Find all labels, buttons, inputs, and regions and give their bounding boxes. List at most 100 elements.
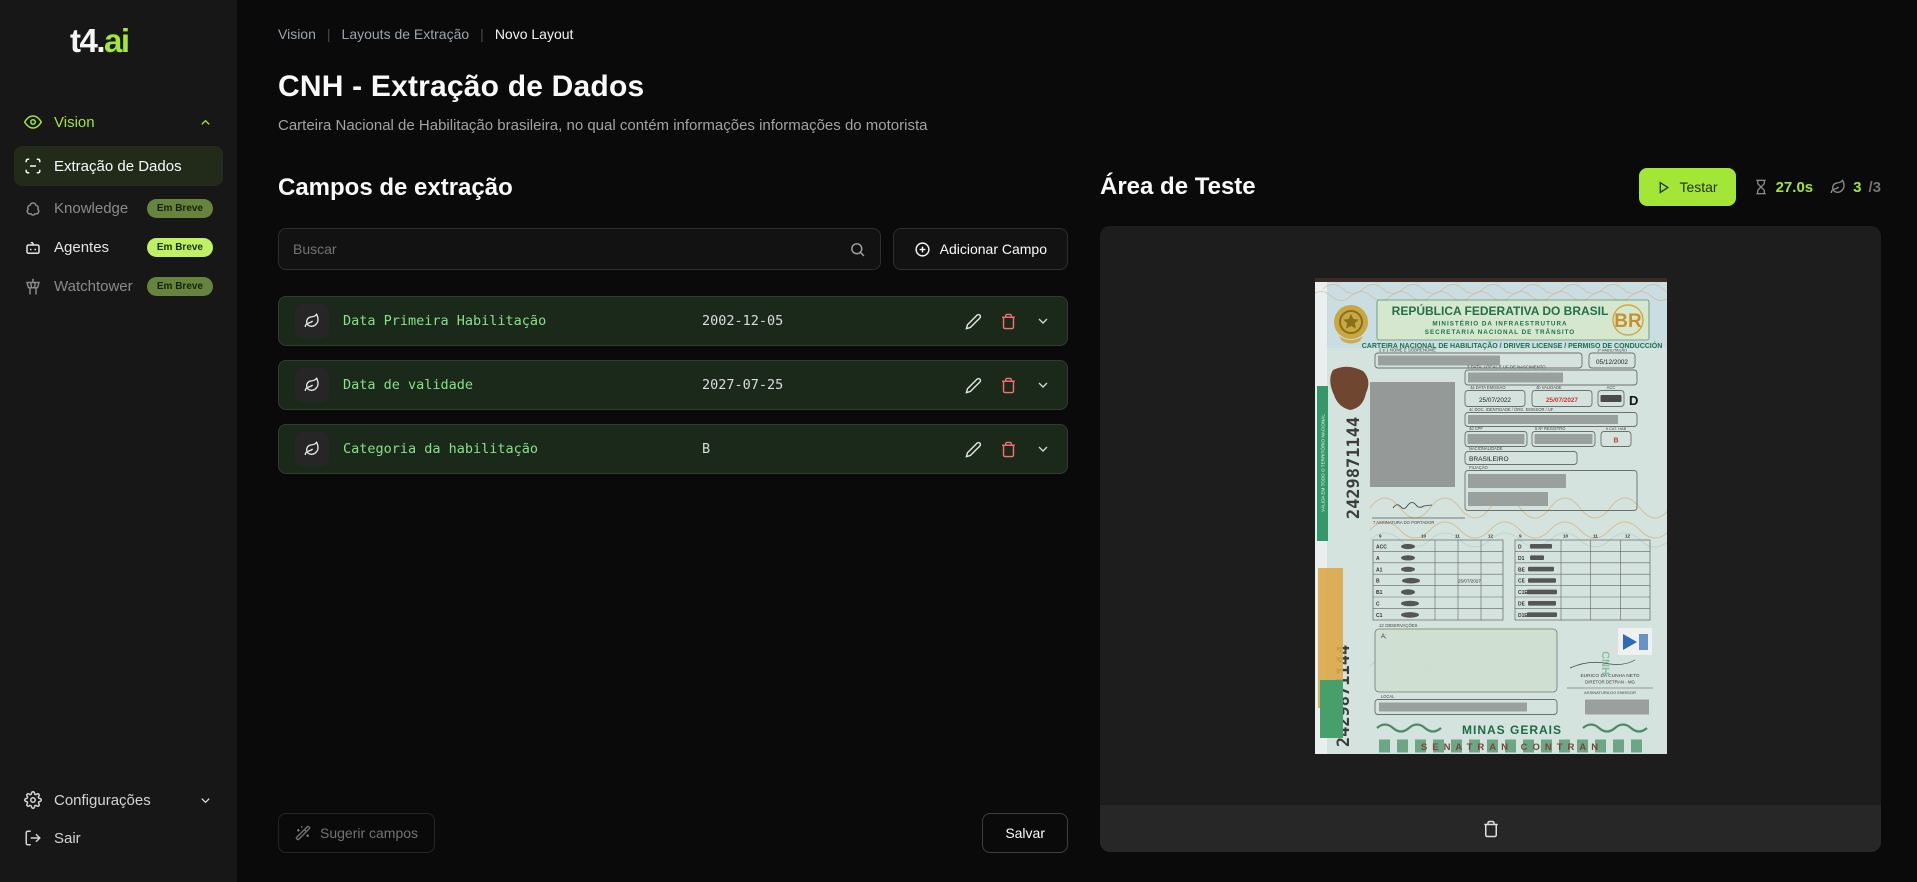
extraction-field-row[interactable]: Data Primeira Habilitação 2002-12-05 (278, 296, 1068, 346)
search-input[interactable] (293, 241, 839, 257)
redaction-box (1468, 474, 1566, 488)
save-label: Salvar (1005, 825, 1045, 841)
delete-field-button[interactable] (1000, 441, 1017, 458)
page-title: CNH - Extração de Dados (278, 70, 1881, 104)
doc-state-name: MINAS GERAIS (1461, 723, 1561, 737)
doc-header-country: REPÚBLICA FEDERATIVA DO BRASIL (1391, 303, 1608, 318)
edit-field-button[interactable] (965, 377, 982, 394)
sidebar-item-extracao-de-dados[interactable]: Extração de Dados (14, 146, 223, 186)
edit-field-button[interactable] (965, 441, 982, 458)
suggest-fields-button[interactable]: Sugerir campos (278, 813, 435, 853)
add-field-label: Adicionar Campo (940, 241, 1047, 257)
svg-text:DE: DE (1518, 601, 1526, 607)
app-logo[interactable]: t4.ai (70, 22, 223, 60)
sidebar-item-label: Watchtower (54, 278, 133, 295)
field-name: Data Primeira Habilitação (343, 313, 688, 329)
doc-label-identity: 4c DOC. IDENTIDADE / ÓRG. EMISSOR / UF (1469, 407, 1554, 412)
field-counter-stat: 3/3 (1830, 179, 1881, 196)
extraction-fields-panel: Campos de extração Adicionar Campo (278, 168, 1068, 882)
field-name: Categoria da habilitação (343, 441, 688, 457)
doc-label-holder-signature: 7 ASSINATURA DO PORTADOR (1373, 520, 1434, 525)
svg-text:9: 9 (1379, 533, 1382, 538)
svg-text:BE: BE (1518, 567, 1526, 573)
test-area-title: Área de Teste (1100, 173, 1256, 201)
delete-field-button[interactable] (1000, 313, 1017, 330)
breadcrumb-vision[interactable]: Vision (278, 26, 316, 42)
svg-text:C1: C1 (1376, 612, 1383, 618)
svg-text:9: 9 (1519, 533, 1522, 538)
extraction-field-row[interactable]: Data de validade 2027-07-25 (278, 360, 1068, 410)
extraction-field-row[interactable]: Categoria da habilitação B (278, 424, 1068, 474)
svg-text:C1E: C1E (1518, 590, 1528, 596)
doc-label-registry: 5 Nº REGISTRO (1535, 426, 1565, 431)
svg-text:11: 11 (1593, 533, 1598, 538)
save-button[interactable]: Salvar (982, 813, 1068, 853)
svg-text:B1: B1 (1376, 590, 1383, 596)
svg-text:A1: A1 (1376, 567, 1383, 573)
breadcrumb-current: Novo Layout (495, 26, 574, 42)
field-value: B (702, 441, 710, 457)
doc-label-validity: 4b VALIDADE (1536, 385, 1562, 390)
test-area-panel: Área de Teste Testar 27.0s (1100, 168, 1881, 882)
page-subtitle: Carteira Nacional de Habilitação brasile… (278, 117, 1881, 134)
expand-field-button[interactable] (1035, 377, 1051, 393)
redaction-box (1468, 372, 1563, 382)
leaf-icon (1830, 179, 1846, 195)
expand-field-button[interactable] (1035, 441, 1051, 457)
sidebar-item-watchtower[interactable]: Watchtower Em Breve (14, 268, 223, 305)
timer-value: 27.0s (1776, 179, 1814, 196)
doc-emitter-role: DIRETOR DETRAN - MG (1585, 679, 1636, 684)
doc-label-cat: 9 CAT. HAB (1605, 426, 1626, 431)
delete-field-button[interactable] (1000, 377, 1017, 394)
hourglass-icon (1753, 179, 1769, 195)
main-content: Vision | Layouts de Extração | Novo Layo… (237, 0, 1917, 882)
svg-text:10: 10 (1563, 533, 1569, 538)
eye-icon (24, 113, 42, 131)
breadcrumb-layouts[interactable]: Layouts de Extração (342, 26, 470, 42)
svg-text:12: 12 (1488, 533, 1494, 538)
cnh-document-image: REPÚBLICA FEDERATIVA DO BRASIL MINISTÉRI… (1315, 278, 1667, 754)
sidebar-item-vision[interactable]: Vision (14, 104, 223, 140)
doc-label-issue-date: 4a DATA EMISSÃO (1470, 385, 1506, 390)
edit-field-button[interactable] (965, 313, 982, 330)
doc-nationality-value: BRASILEIRO (1469, 456, 1509, 463)
doc-br-logo: BR (1614, 311, 1642, 332)
doc-first-license-value: 05/12/2002 (1596, 359, 1628, 366)
svg-text:D1: D1 (1518, 555, 1525, 561)
leaf-icon (295, 368, 329, 402)
doc-table-b-validity: 25/07/2027 (1458, 578, 1481, 583)
breadcrumb-separator: | (327, 26, 331, 42)
doc-observations-value: A; (1381, 634, 1387, 640)
expand-field-button[interactable] (1035, 313, 1051, 329)
play-icon (1657, 181, 1670, 194)
test-button[interactable]: Testar (1639, 168, 1735, 206)
chevron-up-icon (198, 115, 213, 130)
sidebar-item-label: Knowledge (54, 200, 128, 217)
sidebar-item-configuracoes[interactable]: Configurações (14, 782, 223, 818)
breadcrumb: Vision | Layouts de Extração | Novo Layo… (278, 26, 1881, 42)
detran-flag-icon (1618, 628, 1652, 655)
brain-icon (24, 200, 42, 218)
delete-test-image-button[interactable] (1482, 820, 1500, 838)
sidebar-item-sair[interactable]: Sair (14, 820, 223, 856)
sidebar-item-agentes[interactable]: Agentes Em Breve (14, 229, 223, 266)
doc-validity-value: 25/07/2027 (1546, 397, 1578, 404)
redaction-box (1468, 492, 1548, 506)
doc-header-ministry: MINISTÉRIO DA INFRAESTRUTURA (1432, 318, 1567, 327)
sidebar-item-label: Vision (54, 114, 95, 131)
coming-soon-badge: Em Breve (147, 199, 213, 218)
field-name: Data de validade (343, 377, 688, 393)
test-document-panel: REPÚBLICA FEDERATIVA DO BRASIL MINISTÉRI… (1100, 226, 1881, 852)
test-panel-footer (1100, 805, 1881, 852)
add-field-button[interactable]: Adicionar Campo (893, 228, 1068, 270)
sidebar: t4.ai Vision Extração de Dados Knowledge… (0, 0, 237, 882)
redaction-box (1467, 434, 1524, 444)
svg-text:D: D (1518, 544, 1522, 550)
doc-label-name: 2 e 1 NOME E SOBRENOME (1379, 347, 1436, 352)
doc-side-band-text: VÁLIDA EM TODO O TERRITÓRIO NACIONAL (1319, 413, 1325, 511)
sidebar-item-knowledge[interactable]: Knowledge Em Breve (14, 190, 223, 227)
svg-text:ACC: ACC (1376, 544, 1387, 550)
svg-text:CE: CE (1518, 578, 1526, 584)
logout-icon (24, 829, 42, 847)
redaction-box (1379, 702, 1527, 711)
